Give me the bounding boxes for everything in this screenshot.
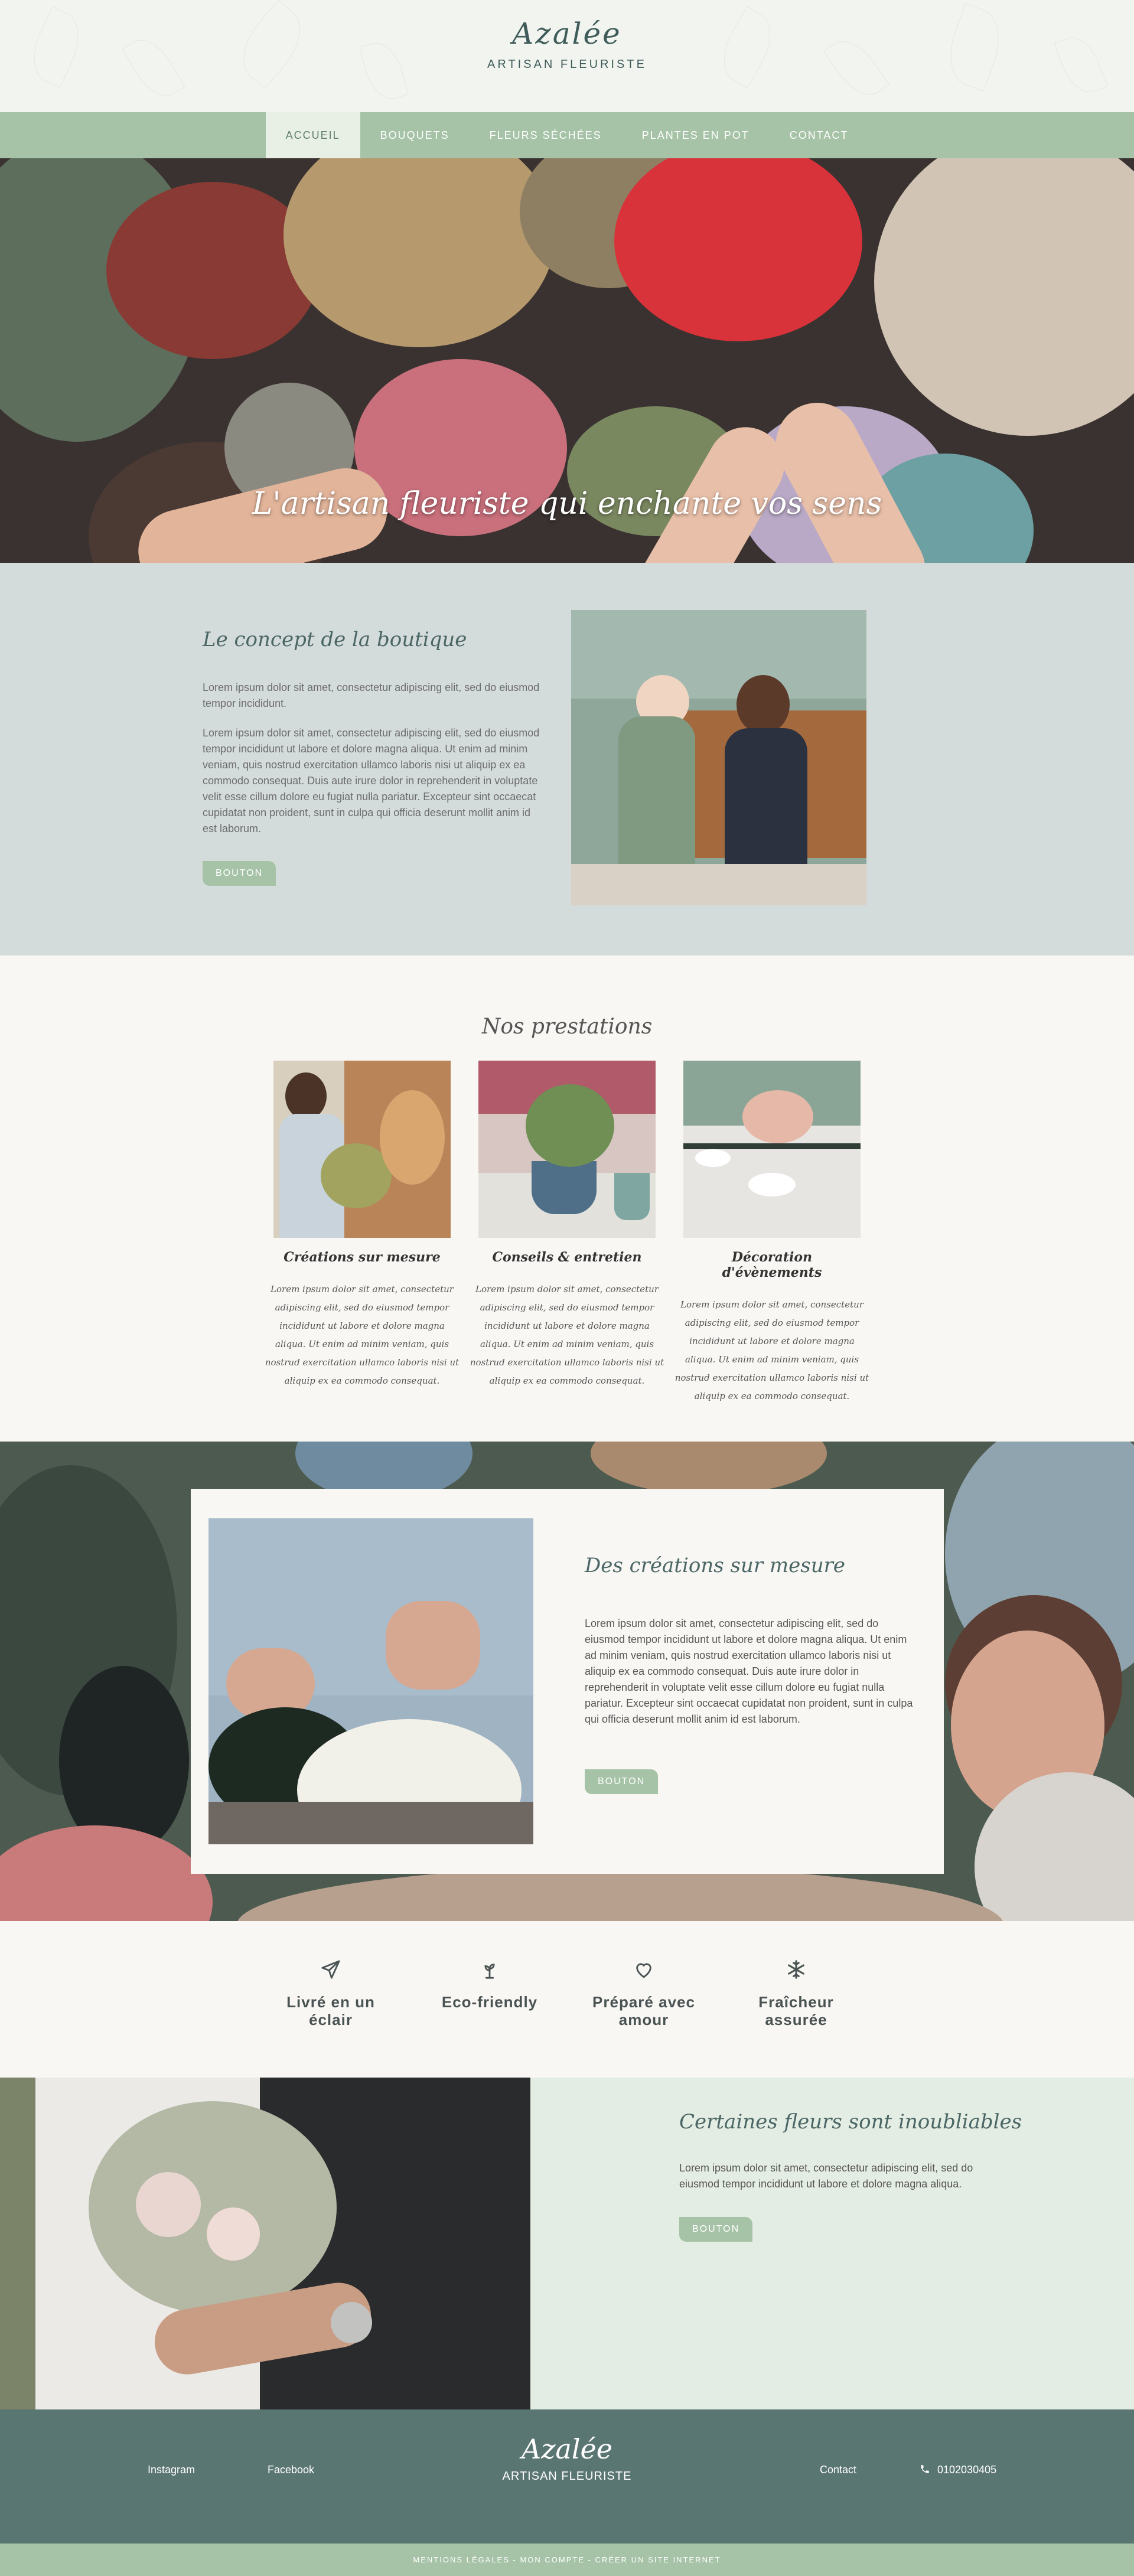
nav-item-accueil[interactable]: ACCUEIL <box>265 112 360 158</box>
concept-intro: Lorem ipsum dolor sit amet, consectetur … <box>203 682 540 709</box>
bouquet-photo <box>0 2078 530 2409</box>
service-title: Conseils & entretien <box>492 1250 642 1265</box>
snowflake-icon <box>737 1958 855 1981</box>
feature-item: Eco-friendly <box>431 1958 549 2011</box>
concept-section: Le concept de la boutique Lorem ipsum do… <box>0 563 1134 956</box>
service-text: Lorem ipsum dolor sit amet, consectetur … <box>470 1284 664 1386</box>
custom-section: Des créations sur mesure Lorem ipsum dol… <box>0 1442 1134 1921</box>
main-nav: ACCUEIL BOUQUETS FLEURS SÉCHÉES PLANTES … <box>0 112 1134 158</box>
feature-label: Fraîcheur assurée <box>758 1993 834 2029</box>
concept-button[interactable]: BOUTON <box>203 861 276 886</box>
service-card: Conseils & entretien Lorem ipsum dolor s… <box>470 1061 664 1390</box>
feature-item: Préparé avec amour <box>585 1958 703 2029</box>
service-title: Créations sur mesure <box>284 1250 441 1265</box>
custom-button[interactable]: BOUTON <box>585 1769 659 1794</box>
feature-label: Livré en un éclair <box>286 1993 375 2029</box>
footer-phone[interactable]: 0102030405 <box>937 2464 996 2476</box>
service-text: Lorem ipsum dolor sit amet, consectetur … <box>265 1284 460 1386</box>
site-footer: Instagram Facebook Azalée ARTISAN FLEURI… <box>0 2409 1134 2544</box>
service-card: Créations sur mesure Lorem ipsum dolor s… <box>265 1061 459 1390</box>
unforgettable-title: Certaines fleurs sont inoubliables <box>679 2110 1022 2134</box>
hero-section: L'artisan fleuriste qui enchante vos sen… <box>0 158 1134 563</box>
service-image <box>273 1061 451 1238</box>
features-section: Livré en un éclair Eco-friendly Préparé … <box>0 1921 1134 2078</box>
concept-text: Lorem ipsum dolor sit amet, consectetur … <box>203 727 540 834</box>
footer-link-contact[interactable]: Contact <box>820 2464 856 2476</box>
sprout-icon <box>431 1958 549 1981</box>
site-logo[interactable]: Azalée <box>0 0 1134 51</box>
unforgettable-button[interactable]: BOUTON <box>679 2217 753 2242</box>
service-title: Décoration d'évènements <box>722 1250 822 1280</box>
custom-title: Des créations sur mesure <box>585 1554 845 1577</box>
footer-logo[interactable]: Azalée <box>0 2433 1134 2465</box>
footer-legal-links[interactable]: MENTIONS LÉGALES - MON COMPTE - CRÉER UN… <box>413 2555 721 2564</box>
site-header: Azalée ARTISAN FLEURISTE <box>0 0 1134 112</box>
unforgettable-text: Lorem ipsum dolor sit amet, consectetur … <box>679 2162 973 2190</box>
paper-plane-icon <box>272 1958 390 1981</box>
concept-title: Le concept de la boutique <box>203 628 467 651</box>
footer-bottom-bar: MENTIONS LÉGALES - MON COMPTE - CRÉER UN… <box>0 2544 1134 2576</box>
hero-title: L'artisan fleuriste qui enchante vos sen… <box>252 486 882 521</box>
nav-item-fleurs-sechees[interactable]: FLEURS SÉCHÉES <box>470 112 622 158</box>
service-image <box>478 1061 656 1238</box>
nav-item-contact[interactable]: CONTACT <box>770 112 869 158</box>
custom-text: Lorem ipsum dolor sit amet, consectetur … <box>585 1618 913 1725</box>
service-image <box>683 1061 861 1238</box>
unforgettable-section: Certaines fleurs sont inoubliables Lorem… <box>0 2078 1134 2409</box>
services-section: Nos prestations Créations sur mesure Lor… <box>0 956 1134 1442</box>
service-text: Lorem ipsum dolor sit amet, consectetur … <box>674 1299 869 1401</box>
florist-cutting-photo <box>208 1518 533 1844</box>
custom-card: Des créations sur mesure Lorem ipsum dol… <box>191 1489 944 1874</box>
feature-item: Livré en un éclair <box>272 1958 390 2029</box>
feature-label: Eco-friendly <box>441 1993 538 2011</box>
site-tagline: ARTISAN FLEURISTE <box>487 58 647 71</box>
services-title: Nos prestations <box>481 1015 653 1039</box>
feature-label: Préparé avec amour <box>592 1993 695 2029</box>
service-card: Décoration d'évènements Lorem ipsum dolo… <box>675 1061 869 1406</box>
shop-photo <box>571 610 866 905</box>
heart-icon <box>585 1958 703 1981</box>
phone-icon <box>920 2464 930 2477</box>
nav-item-bouquets[interactable]: BOUQUETS <box>360 112 470 158</box>
nav-item-plantes-en-pot[interactable]: PLANTES EN POT <box>622 112 770 158</box>
feature-item: Fraîcheur assurée <box>737 1958 855 2029</box>
